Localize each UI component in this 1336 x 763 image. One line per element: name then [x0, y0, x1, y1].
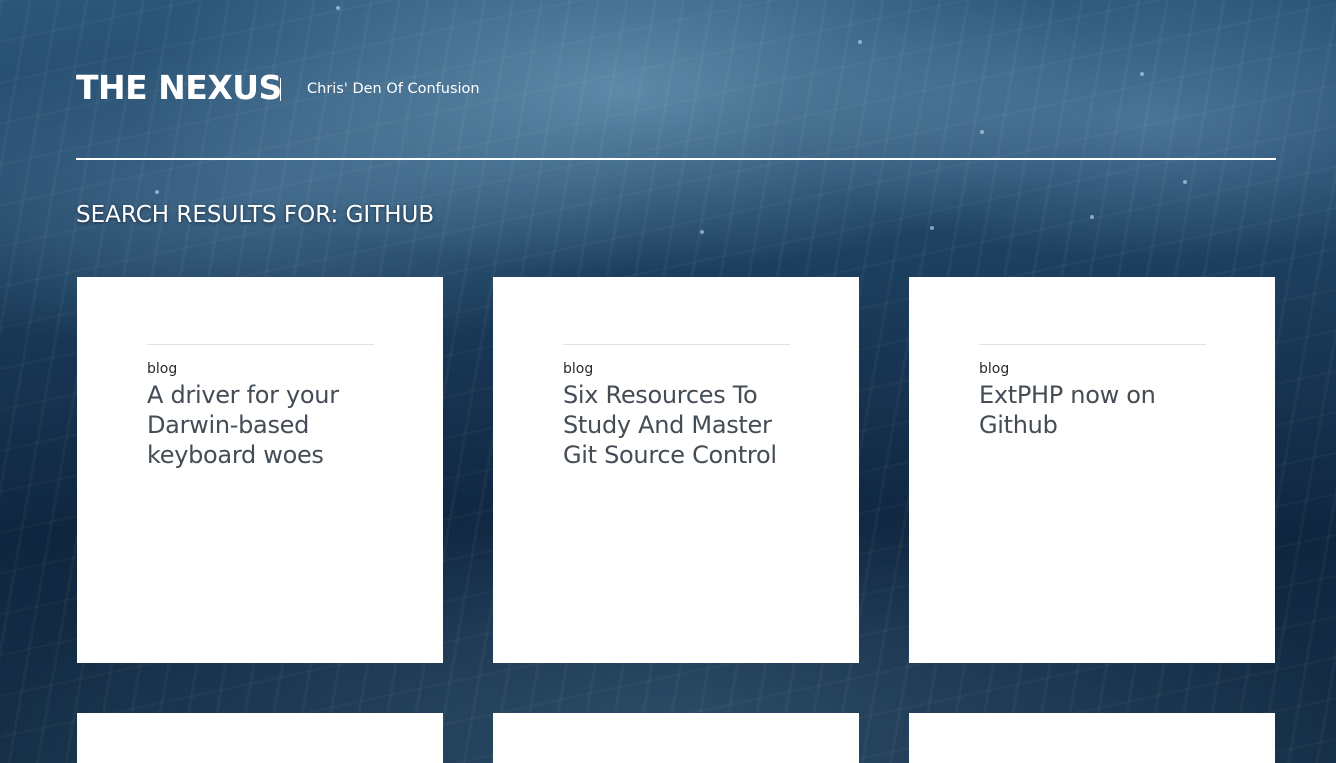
result-card[interactable] — [909, 713, 1275, 763]
post-title-link[interactable]: Six Resources To Study And Master Git So… — [563, 380, 803, 470]
search-results-heading: SEARCH RESULTS FOR: GITHUB — [76, 202, 435, 228]
category-link[interactable]: blog — [979, 360, 1009, 378]
card-divider — [979, 344, 1206, 345]
category-link[interactable]: blog — [563, 360, 593, 378]
site-header: THE NEXUS Chris' Den Of Confusion — [76, 64, 1276, 160]
category-link[interactable]: blog — [147, 360, 177, 378]
title-divider — [280, 78, 281, 101]
result-card[interactable] — [77, 713, 443, 763]
post-title-link[interactable]: ExtPHP now on Github — [979, 380, 1219, 440]
result-card[interactable]: blog Six Resources To Study And Master G… — [493, 277, 859, 663]
result-card[interactable] — [493, 713, 859, 763]
card-divider — [563, 344, 790, 345]
site-tagline: Chris' Den Of Confusion — [307, 81, 480, 97]
site-title-link[interactable]: THE NEXUS — [76, 68, 282, 108]
post-title-link[interactable]: A driver for your Darwin-based keyboard … — [147, 380, 387, 470]
result-card[interactable]: blog A driver for your Darwin-based keyb… — [77, 277, 443, 663]
card-divider — [147, 344, 374, 345]
result-card[interactable]: blog ExtPHP now on Github — [909, 277, 1275, 663]
